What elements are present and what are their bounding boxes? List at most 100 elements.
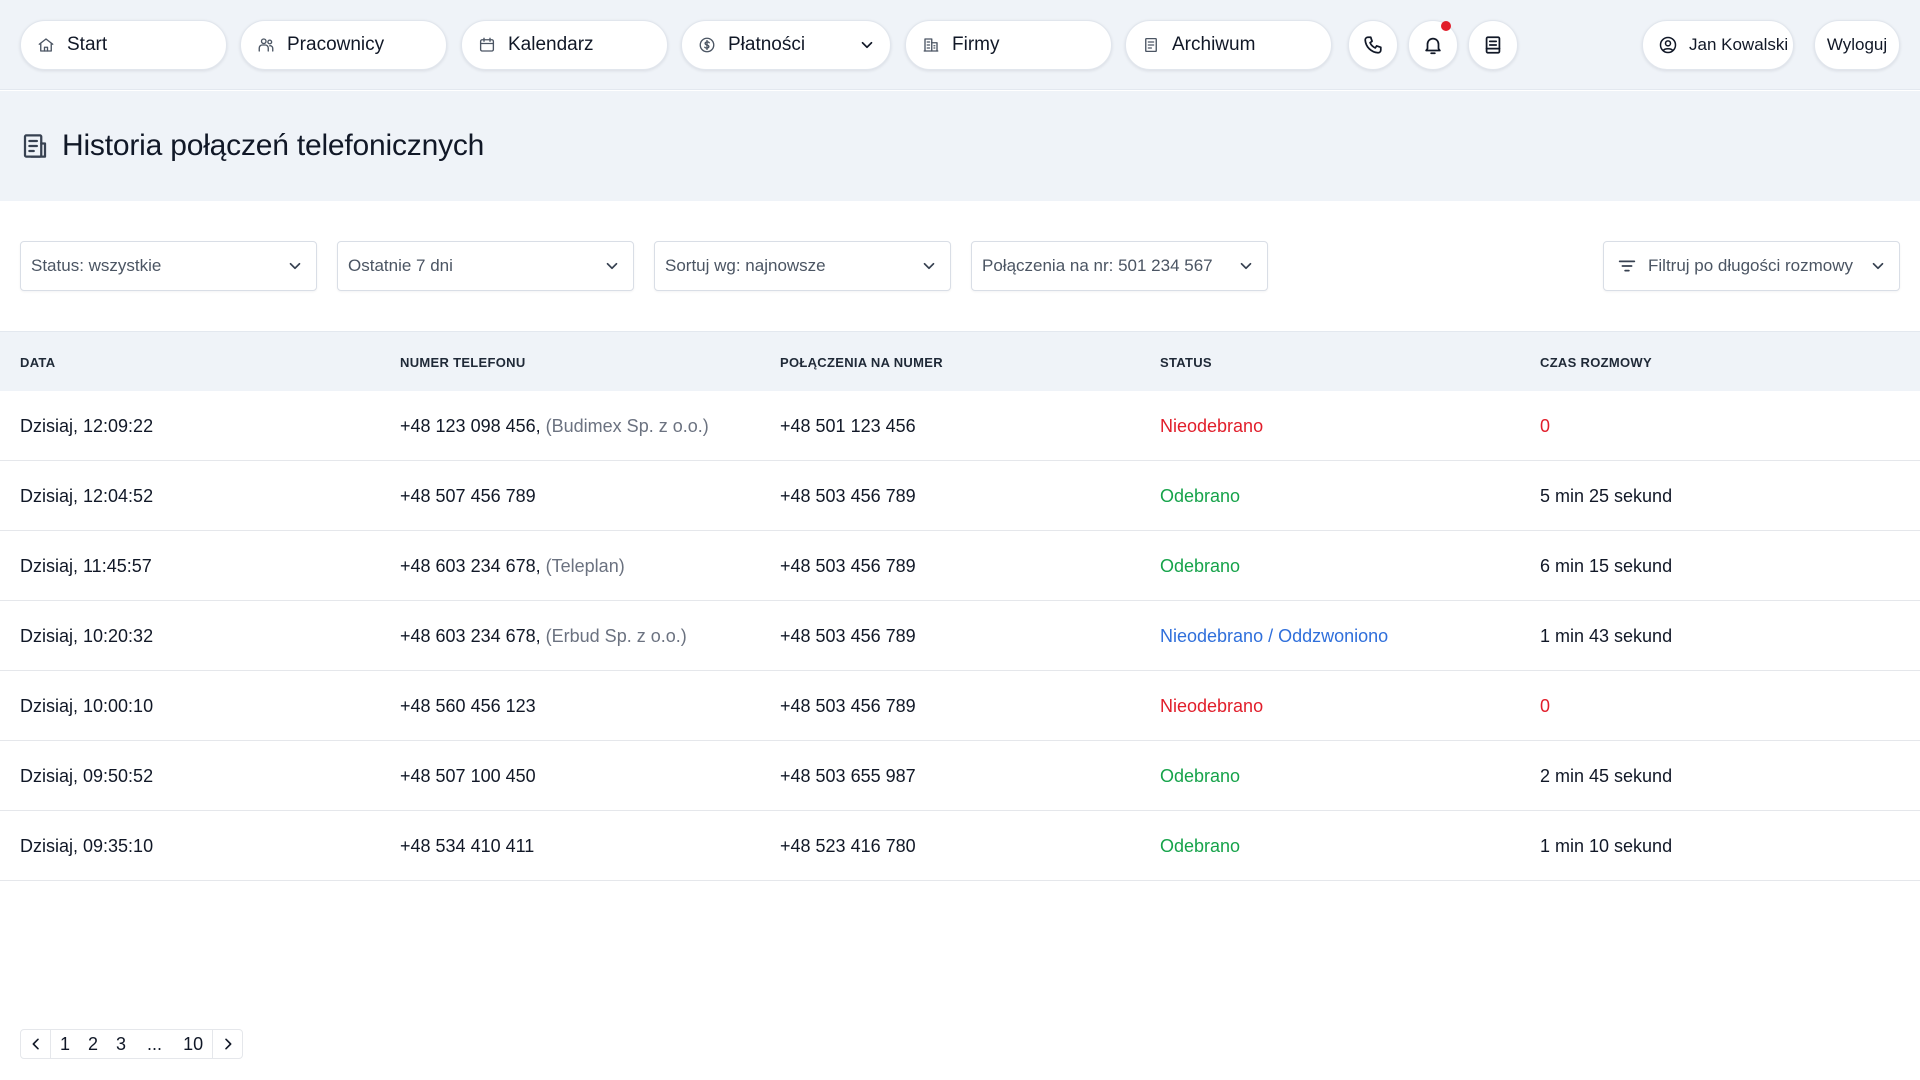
phone-icon bbox=[1364, 36, 1382, 54]
phone-cell: +48 123 098 456, (Budimex Sp. z o.o.) bbox=[400, 416, 709, 437]
date-cell: Dzisiaj, 12:09:22 bbox=[20, 416, 154, 436]
date-cell: Dzisiaj, 10:00:10 bbox=[20, 696, 154, 716]
table-row[interactable]: Dzisiaj, 12:09:22 +48 123 098 456, (Budi… bbox=[0, 391, 1920, 461]
user-name: Jan Kowalski bbox=[1689, 35, 1789, 54]
dollar-circle-icon bbox=[696, 34, 718, 56]
table-header: DATA NUMER TELEFONU POŁĄCZENIA NA NUMER … bbox=[0, 331, 1920, 391]
chevron-down-icon bbox=[1869, 257, 1887, 275]
duration-cell: 1 min 10 sekund bbox=[1540, 836, 1673, 856]
status-cell: Odebrano bbox=[1160, 556, 1241, 576]
nav-item-label: Pracownicy bbox=[287, 34, 385, 55]
phone-number: +48 603 234 678, bbox=[400, 626, 541, 646]
top-navigation: Start Pracownicy Kalendarz Płatności Fir… bbox=[0, 0, 1920, 90]
company-name: (Budimex Sp. z o.o.) bbox=[545, 416, 709, 436]
notification-dot bbox=[1441, 21, 1451, 31]
phone-cell: +48 507 456 789 bbox=[400, 486, 536, 507]
nav-item-label: Płatności bbox=[728, 34, 806, 55]
status-filter-value: Status: wszystkie bbox=[31, 256, 162, 275]
duration-cell: 1 min 43 sekund bbox=[1540, 626, 1673, 646]
phone-number: +48 507 456 789 bbox=[400, 486, 536, 506]
chevron-down-icon bbox=[1237, 257, 1255, 275]
chevron-left-icon bbox=[32, 1038, 39, 1050]
filter-icon bbox=[1616, 255, 1638, 277]
target-number-cell: +48 503 655 987 bbox=[780, 766, 916, 786]
page-1-button[interactable]: 1 bbox=[51, 1030, 79, 1058]
nav-item-kalendarz[interactable]: Kalendarz bbox=[461, 20, 668, 70]
chevron-down-icon bbox=[858, 36, 876, 54]
user-menu[interactable]: Jan Kowalski bbox=[1642, 20, 1794, 70]
phone-number: +48 507 100 450 bbox=[400, 766, 536, 786]
target-number-value: Połączenia na nr: 501 234 567 bbox=[982, 256, 1213, 275]
duration-cell: 0 bbox=[1540, 696, 1551, 716]
home-icon bbox=[35, 34, 57, 56]
column-header-date[interactable]: DATA bbox=[20, 355, 55, 370]
logout-button[interactable]: Wyloguj bbox=[1814, 20, 1900, 70]
column-header-status[interactable]: STATUS bbox=[1160, 355, 1212, 370]
previous-page-button[interactable] bbox=[21, 1030, 51, 1058]
sort-select[interactable]: Sortuj wg: najnowsze bbox=[654, 241, 951, 291]
phone-number: +48 560 456 123 bbox=[400, 696, 536, 716]
chevron-right-icon bbox=[224, 1038, 232, 1050]
phone-number: +48 123 098 456, bbox=[400, 416, 541, 436]
nav-item-archiwum[interactable]: Archiwum bbox=[1125, 20, 1332, 70]
sort-value: Sortuj wg: najnowsze bbox=[665, 256, 826, 275]
nav-item-label: Archiwum bbox=[1172, 34, 1256, 55]
duration-cell: 0 bbox=[1540, 416, 1551, 436]
chevron-down-icon bbox=[286, 257, 304, 275]
next-page-button[interactable] bbox=[212, 1030, 242, 1058]
status-cell: Nieodebrano bbox=[1160, 416, 1264, 436]
duration-cell: 6 min 15 sekund bbox=[1540, 556, 1673, 576]
nav-item-label: Kalendarz bbox=[508, 34, 594, 55]
notifications-button[interactable] bbox=[1408, 20, 1458, 70]
company-name: (Teleplan) bbox=[545, 556, 625, 576]
period-filter-value: Ostatnie 7 dni bbox=[348, 256, 453, 275]
period-filter-select[interactable]: Ostatnie 7 dni bbox=[337, 241, 634, 291]
column-header-phone[interactable]: NUMER TELEFONU bbox=[400, 355, 526, 370]
status-filter-select[interactable]: Status: wszystkie bbox=[20, 241, 317, 291]
table-row[interactable]: Dzisiaj, 09:50:52 +48 507 100 450 +48 50… bbox=[0, 741, 1920, 811]
company-name: (Erbud Sp. z o.o.) bbox=[545, 626, 687, 646]
phone-cell: +48 507 100 450 bbox=[400, 766, 536, 787]
target-number-cell: +48 503 456 789 bbox=[780, 556, 916, 576]
duration-filter-select[interactable]: Filtruj po długości rozmowy bbox=[1603, 241, 1900, 291]
call-log-icon bbox=[20, 131, 50, 161]
nav-item-platnosci[interactable]: Płatności bbox=[681, 20, 891, 70]
pagination: 1 2 3 ... 10 bbox=[20, 1029, 244, 1059]
status-cell: Odebrano bbox=[1160, 836, 1241, 856]
nav-item-label: Firmy bbox=[952, 34, 1000, 55]
target-number-cell: +48 523 416 780 bbox=[780, 836, 916, 856]
phone-number: +48 603 234 678, bbox=[400, 556, 541, 576]
page-last-button[interactable]: 10 bbox=[174, 1030, 212, 1058]
column-header-duration[interactable]: CZAS ROZMOWY bbox=[1540, 355, 1652, 370]
column-header-target-number[interactable]: POŁĄCZENIA NA NUMER bbox=[780, 355, 943, 370]
nav-item-start[interactable]: Start bbox=[20, 20, 227, 70]
table-row[interactable]: Dzisiaj, 12:04:52 +48 507 456 789 +48 50… bbox=[0, 461, 1920, 531]
archive-icon bbox=[1140, 34, 1162, 56]
phone-cell: +48 603 234 678, (Teleplan) bbox=[400, 556, 625, 577]
target-number-cell: +48 503 456 789 bbox=[780, 626, 916, 646]
page-title: Historia połączeń telefonicznych bbox=[62, 129, 485, 162]
logout-label: Wyloguj bbox=[1826, 35, 1888, 54]
phone-cell: +48 560 456 123 bbox=[400, 696, 536, 717]
date-cell: Dzisiaj, 09:35:10 bbox=[20, 836, 154, 856]
page-2-button[interactable]: 2 bbox=[79, 1030, 107, 1058]
bell-icon bbox=[1425, 37, 1441, 55]
call-log-icon bbox=[1485, 36, 1501, 54]
status-cell: Nieodebrano / Oddzwoniono bbox=[1160, 626, 1389, 646]
duration-filter-label: Filtruj po długości rozmowy bbox=[1648, 256, 1854, 275]
date-cell: Dzisiaj, 11:45:57 bbox=[20, 556, 152, 576]
nav-item-label: Start bbox=[67, 34, 108, 55]
duration-cell: 2 min 45 sekund bbox=[1540, 766, 1673, 786]
nav-item-firmy[interactable]: Firmy bbox=[905, 20, 1112, 70]
target-number-select[interactable]: Połączenia na nr: 501 234 567 bbox=[971, 241, 1268, 291]
nav-item-pracownicy[interactable]: Pracownicy bbox=[240, 20, 447, 70]
page-3-button[interactable]: 3 bbox=[107, 1030, 135, 1058]
table-row[interactable]: Dzisiaj, 09:35:10 +48 534 410 411 +48 52… bbox=[0, 811, 1920, 881]
table-row[interactable]: Dzisiaj, 10:00:10 +48 560 456 123 +48 50… bbox=[0, 671, 1920, 741]
duration-cell: 5 min 25 sekund bbox=[1540, 486, 1673, 506]
table-row[interactable]: Dzisiaj, 11:45:57 +48 603 234 678, (Tele… bbox=[0, 531, 1920, 601]
table-row[interactable]: Dzisiaj, 10:20:32 +48 603 234 678, (Erbu… bbox=[0, 601, 1920, 671]
phone-cell: +48 534 410 411 bbox=[400, 836, 534, 857]
phone-button[interactable] bbox=[1348, 20, 1398, 70]
call-log-button[interactable] bbox=[1468, 20, 1518, 70]
